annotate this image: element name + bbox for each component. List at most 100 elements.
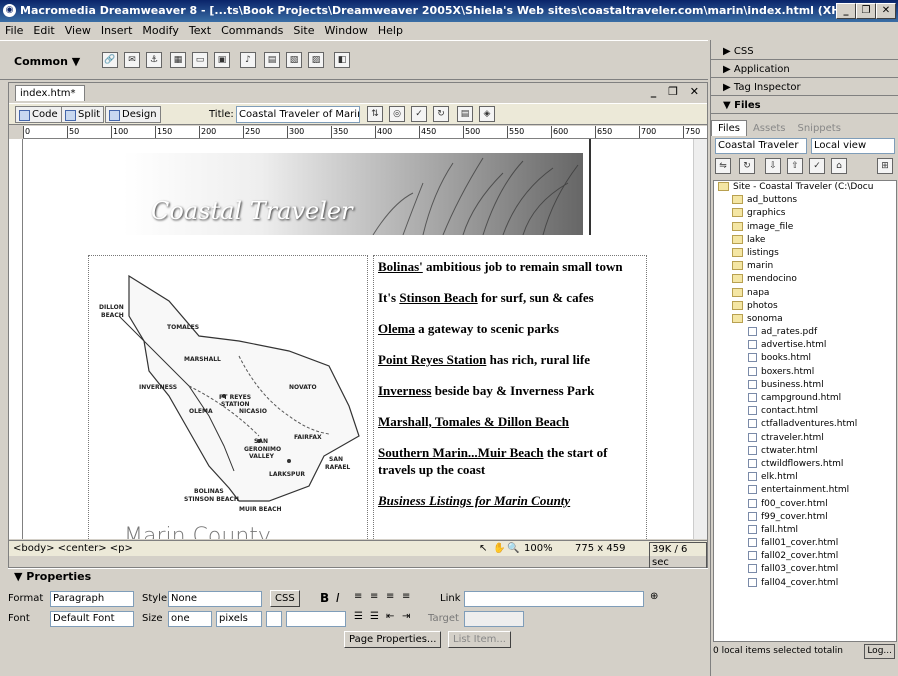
code-view-button[interactable]: Code [15, 106, 62, 123]
close-button[interactable]: ✕ [876, 3, 896, 19]
comment-icon[interactable]: ▧ [286, 52, 302, 68]
olema-link[interactable]: Olema [378, 321, 415, 336]
menu-text[interactable]: Text [184, 22, 216, 40]
folder-item[interactable]: listings [714, 247, 896, 260]
file-item[interactable]: books.html [714, 352, 896, 365]
tag-chooser-icon[interactable]: ◧ [334, 52, 350, 68]
outdent-icon[interactable]: ⇤ [386, 611, 394, 622]
design-view-button[interactable]: Design [105, 106, 161, 123]
units-select[interactable]: pixels [216, 611, 262, 627]
style-select[interactable]: None [168, 591, 262, 607]
design-canvas[interactable]: Coastal Traveler DILLON BEACH TOMALES MA… [23, 139, 693, 539]
file-item[interactable]: ctfalladventures.html [714, 418, 896, 431]
file-management-icon[interactable]: ⇅ [367, 106, 383, 122]
refresh-files-icon[interactable]: ↻ [739, 158, 755, 174]
application-panel-header[interactable]: ▶ Application [711, 62, 898, 78]
file-item[interactable]: advertise.html [714, 339, 896, 352]
marin-map[interactable]: DILLON BEACH TOMALES MARSHALL INVERNESS … [88, 255, 368, 539]
marshall-tomales-dillon-link[interactable]: Marshall, Tomales & Dillon Beach [378, 414, 569, 429]
minimize-button[interactable]: _ [836, 3, 856, 19]
indent-icon[interactable]: ⇥ [402, 611, 410, 622]
unordered-list-icon[interactable]: ☰ [354, 611, 363, 622]
file-item[interactable]: fall04_cover.html [714, 577, 896, 590]
menu-edit[interactable]: Edit [28, 22, 59, 40]
file-item[interactable]: ctwildflowers.html [714, 458, 896, 471]
text-color-swatch[interactable] [266, 611, 282, 627]
get-files-icon[interactable]: ⇩ [765, 158, 781, 174]
file-item[interactable]: ctraveler.html [714, 432, 896, 445]
folder-item[interactable]: photos [714, 300, 896, 313]
expand-panel-icon[interactable]: ⊞ [877, 158, 893, 174]
refresh-icon[interactable]: ↻ [433, 106, 449, 122]
connect-icon[interactable]: ⇋ [715, 158, 731, 174]
media-icon[interactable]: ♪ [240, 52, 256, 68]
check-in-icon[interactable]: ⌂ [831, 158, 847, 174]
hand-tool-icon[interactable]: ✋ [493, 541, 505, 556]
date-icon[interactable]: ▤ [264, 52, 280, 68]
menu-site[interactable]: Site [288, 22, 319, 40]
italic-button[interactable]: I [336, 591, 340, 605]
bold-button[interactable]: B [320, 591, 329, 605]
tag-inspector-panel-header[interactable]: ▶ Tag Inspector [711, 80, 898, 96]
link-input[interactable] [464, 591, 644, 607]
css-panel-header[interactable]: ▶ CSS [711, 44, 898, 60]
site-select[interactable]: Coastal Traveler [715, 138, 807, 154]
preview-browser-icon[interactable]: ◎ [389, 106, 405, 122]
align-center-icon[interactable]: ≡ [370, 591, 378, 602]
menu-commands[interactable]: Commands [216, 22, 288, 40]
stinson-beach-link[interactable]: Stinson Beach [399, 290, 477, 305]
menu-file[interactable]: File [0, 22, 28, 40]
check-out-icon[interactable]: ✓ [809, 158, 825, 174]
folder-item[interactable]: image_file [714, 221, 896, 234]
ordered-list-icon[interactable]: ☰ [370, 611, 379, 622]
menu-help[interactable]: Help [373, 22, 408, 40]
page-properties-button[interactable]: Page Properties... [344, 631, 442, 648]
folder-item[interactable]: lake [714, 234, 896, 247]
file-item[interactable]: business.html [714, 379, 896, 392]
file-item[interactable]: elk.html [714, 471, 896, 484]
tag-selector[interactable]: <body> <center> <p> [13, 541, 133, 556]
file-item[interactable]: boxers.html [714, 366, 896, 379]
file-item[interactable]: ad_rates.pdf [714, 326, 896, 339]
southern-marin-link[interactable]: Southern Marin...Muir Beach [378, 445, 544, 460]
properties-header[interactable]: ▼ Properties [14, 569, 91, 585]
tab-assets[interactable]: Assets [747, 121, 792, 136]
split-view-button[interactable]: Split [61, 106, 105, 123]
size-select[interactable]: one [168, 611, 212, 627]
tab-files[interactable]: Files [711, 120, 747, 136]
file-item[interactable]: fall03_cover.html [714, 563, 896, 576]
put-files-icon[interactable]: ⇧ [787, 158, 803, 174]
log-button[interactable]: Log... [864, 644, 895, 659]
format-select[interactable]: Paragraph [50, 591, 134, 607]
file-item[interactable]: f99_cover.html [714, 511, 896, 524]
text-color-input[interactable] [286, 611, 346, 627]
document-scrollbar[interactable] [693, 139, 707, 539]
font-select[interactable]: Default Font [50, 611, 134, 627]
point-to-file-icon[interactable]: ⊕ [650, 591, 658, 602]
email-link-icon[interactable]: ✉ [124, 52, 140, 68]
document-tab[interactable]: index.htm* [15, 85, 85, 101]
table-icon[interactable]: ▦ [170, 52, 186, 68]
visual-aids-icon[interactable]: ◈ [479, 106, 495, 122]
maximize-button[interactable]: ❐ [856, 3, 876, 19]
insert-category-dropdown[interactable]: Common ▼ [14, 55, 80, 68]
folder-item[interactable]: graphics [714, 207, 896, 220]
file-item[interactable]: fall02_cover.html [714, 550, 896, 563]
view-options-icon[interactable]: ▤ [457, 106, 473, 122]
folder-item[interactable]: Site - Coastal Traveler (C:\Docu [714, 181, 896, 194]
inverness-link[interactable]: Inverness [378, 383, 431, 398]
menu-insert[interactable]: Insert [96, 22, 138, 40]
css-button[interactable]: CSS [270, 590, 300, 607]
file-item[interactable]: entertainment.html [714, 484, 896, 497]
bolinas-link[interactable]: Bolinas' [378, 259, 423, 274]
select-tool-icon[interactable]: ↖ [479, 541, 487, 556]
file-item[interactable]: fall01_cover.html [714, 537, 896, 550]
folder-item[interactable]: marin [714, 260, 896, 273]
file-item[interactable]: campground.html [714, 392, 896, 405]
image-icon[interactable]: ▣ [214, 52, 230, 68]
folder-item[interactable]: ad_buttons [714, 194, 896, 207]
folder-item[interactable]: napa [714, 287, 896, 300]
named-anchor-icon[interactable]: ⚓ [146, 52, 162, 68]
tab-snippets[interactable]: Snippets [792, 121, 847, 136]
file-item[interactable]: ctwater.html [714, 445, 896, 458]
